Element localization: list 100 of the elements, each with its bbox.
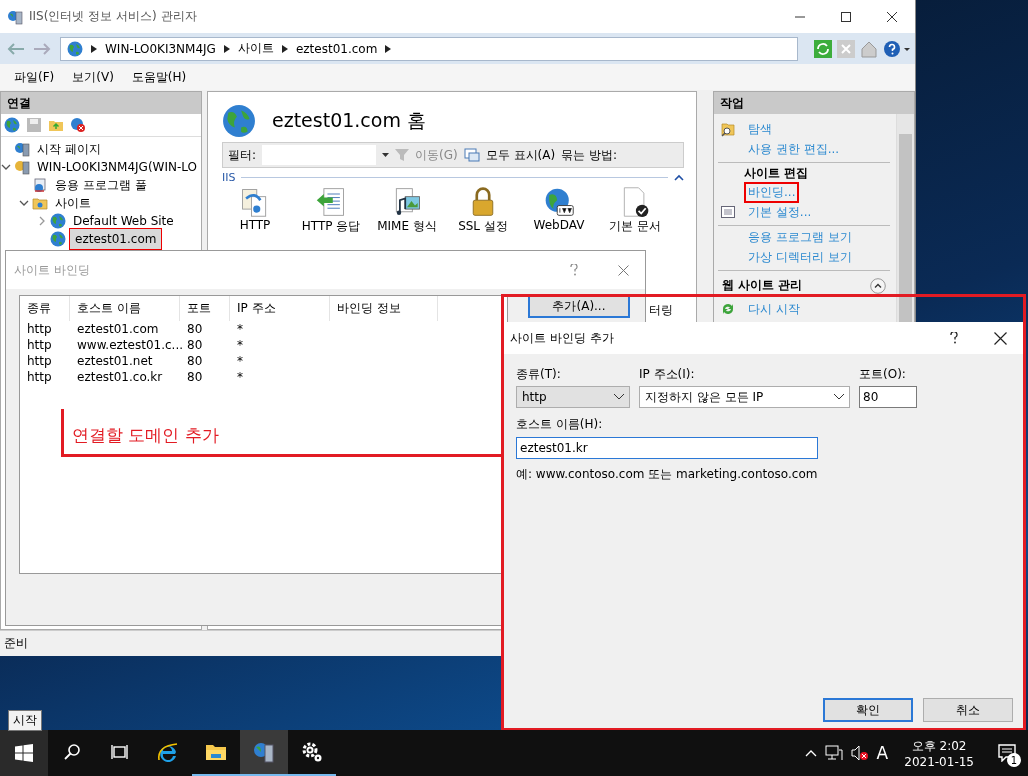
ip-dropdown[interactable]: 지정하지 않은 모든 IP <box>639 386 850 408</box>
table-cell-text: 80 <box>186 369 204 385</box>
show-all-button[interactable]: 모두 표시(A) <box>485 146 556 164</box>
server-icon <box>14 141 30 157</box>
restart-icon <box>720 301 736 317</box>
feature-label[interactable]: 터링 <box>649 302 673 319</box>
collapse-icon[interactable] <box>870 277 886 294</box>
page-title: eztest01.com 홈 <box>272 108 426 133</box>
show-all-icon[interactable] <box>463 148 480 162</box>
menu-item[interactable]: 보기(V) <box>72 68 114 86</box>
column-header[interactable]: 종류 <box>20 296 70 321</box>
server-manager-icon <box>252 740 276 764</box>
start-button[interactable] <box>0 730 48 776</box>
globe-icon <box>50 231 66 247</box>
field-label: IP 주소(I): <box>639 366 696 383</box>
tree-item[interactable]: Default Web Site <box>69 212 178 230</box>
collapse-chevron-icon[interactable] <box>1 162 11 172</box>
help-icon[interactable] <box>950 332 958 344</box>
breadcrumb-item[interactable]: WIN-LO0KI3NM4JG <box>105 41 216 56</box>
breadcrumb-arrow-icon <box>385 44 392 53</box>
collapse-chevron-icon[interactable] <box>19 198 29 208</box>
group-title: IIS <box>222 171 236 184</box>
action-link[interactable]: 응용 프로그램 보기 <box>744 226 856 248</box>
table-cell-text: www.eztest01.c... <box>76 337 180 353</box>
breadcrumb-arrow-icon <box>91 44 97 53</box>
breadcrumb-arrow-icon <box>223 44 230 53</box>
feature-label[interactable]: HTTP 응답 <box>301 218 361 235</box>
tree-item[interactable]: 시작 페이지 <box>33 138 105 160</box>
annotation-text: 연결할 도메인 추가 <box>72 424 219 447</box>
breadcrumb-item[interactable]: 사이트 <box>237 40 274 57</box>
site-globe-icon <box>222 104 256 138</box>
table-cell-text: 80 <box>186 321 204 337</box>
connect-icon <box>4 117 20 133</box>
window-title: IIS(인터넷 정보 서비스) 관리자 <box>29 8 198 25</box>
chevron-up-icon[interactable] <box>804 749 817 757</box>
table-cell-text: http <box>26 353 53 369</box>
feature-label[interactable]: 기본 문서 <box>609 218 661 235</box>
panel-header: 연결 <box>1 92 201 114</box>
column-header[interactable]: IP 주소 <box>230 296 330 321</box>
webdav-globe-icon <box>543 186 575 218</box>
cancel-button[interactable]: 취소 <box>923 698 1013 722</box>
folder-icon <box>32 195 48 211</box>
table-cell-text: 80 <box>186 337 204 353</box>
type-dropdown[interactable]: http <box>516 386 630 408</box>
disconnect-icon[interactable] <box>70 117 86 133</box>
table-cell-text: * <box>236 321 244 337</box>
tree-item[interactable]: WIN-LO0KI3NM4JG(WIN-LO <box>33 158 201 176</box>
action-link[interactable]: 사용 권한 편집... <box>744 138 844 160</box>
close-icon <box>887 11 897 22</box>
table-cell-text: http <box>26 369 53 385</box>
table-cell-text: 80 <box>186 353 204 369</box>
action-link[interactable]: 바인딩... <box>744 181 800 203</box>
expand-chevron-icon[interactable] <box>37 216 47 226</box>
table-cell-text: * <box>236 369 244 385</box>
menu-item[interactable]: 파일(F) <box>14 68 55 86</box>
action-link[interactable]: 탐색 <box>744 118 776 140</box>
table-cell-text: eztest01.net <box>76 353 154 369</box>
port-field[interactable]: 80 <box>859 386 917 408</box>
refresh-icon[interactable] <box>814 39 832 58</box>
feature-label[interactable]: WebDAV <box>533 218 585 232</box>
group-by-label: 묶는 방법: <box>561 146 617 164</box>
column-header[interactable]: 포트 <box>180 296 230 321</box>
table-cell-text: http <box>26 337 53 353</box>
funnel-icon <box>395 149 410 161</box>
folder-search-icon <box>720 121 736 137</box>
action-link[interactable]: 다시 시작 <box>744 298 804 320</box>
column-header[interactable]: 바인딩 정보 <box>330 296 438 321</box>
dropdown-arrow-icon[interactable] <box>382 153 390 157</box>
panel-header: 작업 <box>714 92 914 114</box>
host-name-field[interactable]: eztest01.kr <box>516 437 818 459</box>
breadcrumb-arrow-icon <box>281 44 288 53</box>
breadcrumb-item[interactable]: eztest01.com <box>295 41 378 56</box>
server-icon <box>14 159 30 175</box>
feature-label[interactable]: SSL 설정 <box>458 218 508 235</box>
action-link[interactable]: 가상 디렉터리 보기 <box>744 246 856 268</box>
app-icon <box>7 8 23 25</box>
column-header[interactable]: 호스트 이름 <box>70 296 180 321</box>
chevron-down-icon <box>834 394 844 400</box>
close-icon[interactable] <box>994 331 1007 345</box>
collapse-icon[interactable] <box>674 174 684 181</box>
table-cell-text: http <box>26 321 53 337</box>
menu-item[interactable]: 도움말(H) <box>131 68 187 86</box>
gear-icon <box>300 740 324 764</box>
speaker-muted-icon[interactable] <box>850 745 869 761</box>
filter-label: 필터: <box>228 146 257 164</box>
dialog-title: 사이트 바인딩 <box>14 261 91 279</box>
notification-button[interactable]: 1 <box>990 738 1024 768</box>
input-indicator[interactable]: A <box>876 743 889 763</box>
action-link[interactable]: 기본 설정... <box>744 201 816 223</box>
clock[interactable]: 오후 2:02 2021-01-15 <box>896 737 982 769</box>
tooltip: 시작 <box>8 710 42 731</box>
feature-label[interactable]: HTTP <box>239 218 271 232</box>
feature-label[interactable]: MIME 형식 <box>377 218 437 235</box>
tree-item[interactable]: eztest01.com <box>69 228 163 250</box>
properties-icon <box>720 204 736 220</box>
field-label: 포트(O): <box>859 366 907 383</box>
dialog-title: 사이트 바인딩 추가 <box>510 329 615 347</box>
network-icon[interactable] <box>824 745 843 761</box>
address-bar[interactable]: WIN-LO0KI3NM4JG 사이트 eztest01.com <box>60 36 798 61</box>
ok-button[interactable]: 확인 <box>823 698 913 722</box>
